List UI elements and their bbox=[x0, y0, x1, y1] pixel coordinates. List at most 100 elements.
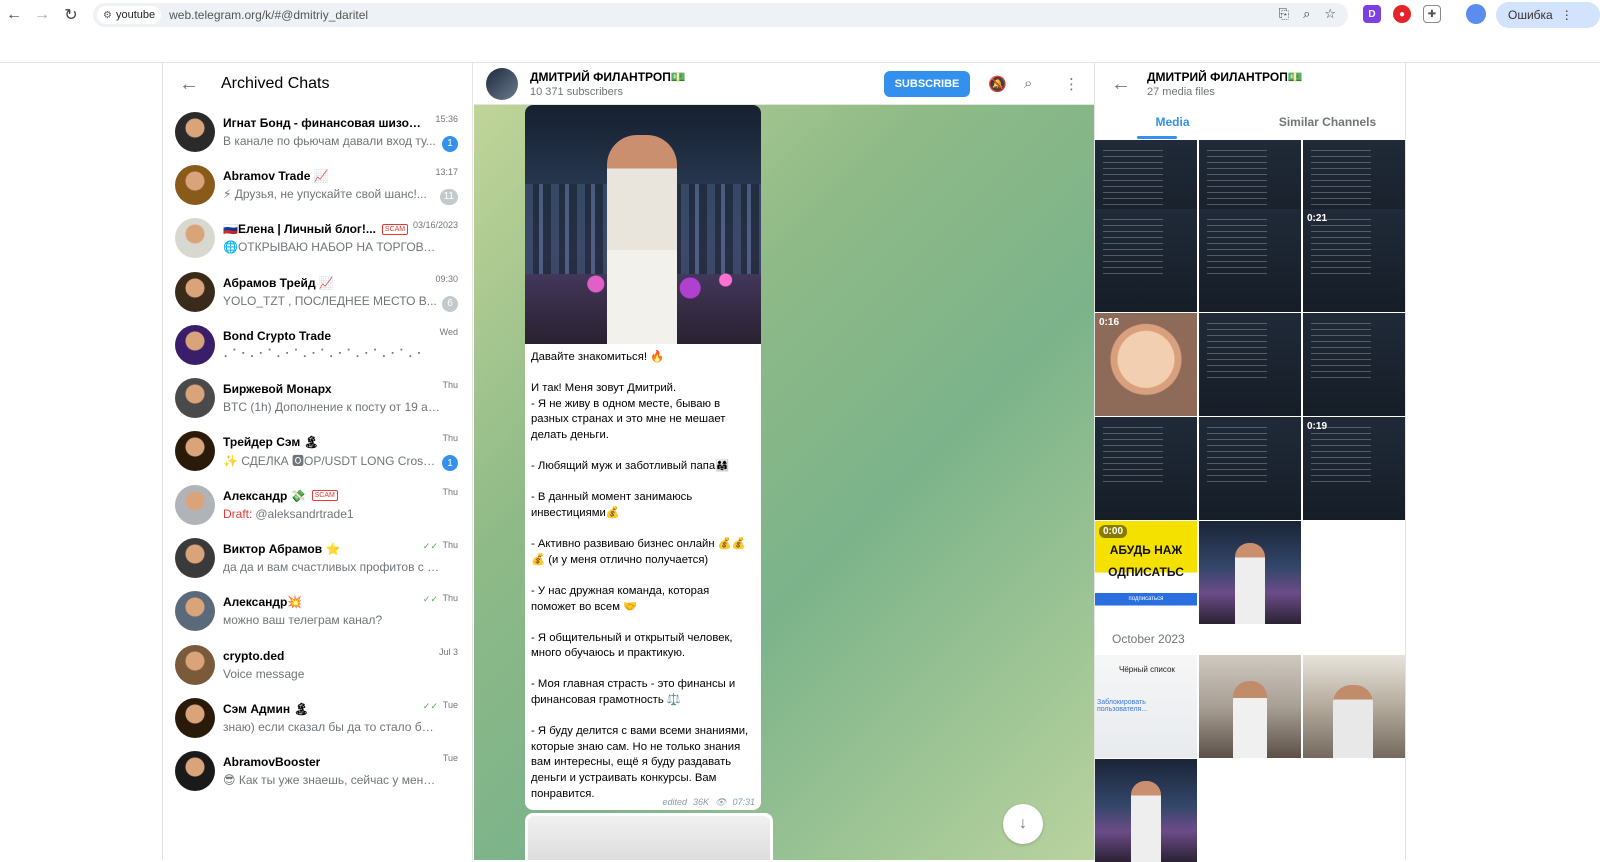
chat-item[interactable]: Bond Crypto Trade Wed ⠄⠁⠂⠄⠂⠁⠄⠂⠁⠄⠂⠁⠄⠂⠁⠄⠂⠁⠄⠂… bbox=[163, 318, 472, 371]
chat-item[interactable]: Биржевой Монарх Thu BTC (1h) Дополнение к … bbox=[163, 371, 472, 424]
channel-info[interactable]: ДМИТРИЙ ФИЛАНТРОП💵 10 371 subscribers bbox=[530, 70, 686, 98]
chat-time: 15:36 bbox=[435, 113, 458, 124]
channel-header[interactable]: ДМИТРИЙ ФИЛАНТРОП💵 10 371 subscribers SU… bbox=[474, 63, 1094, 105]
unread-badge: 6 bbox=[442, 295, 458, 312]
chat-item[interactable]: Александр💥 ✓✓ Thu можно ваш телеграм канал? bbox=[163, 585, 472, 638]
chat-item[interactable]: Игнат Бонд - финансовая шизофре... 15:36 В… bbox=[163, 105, 472, 158]
error-button[interactable]: Ошибка ⋮ bbox=[1496, 2, 1600, 28]
media-tile[interactable]: Чёрный список Заблокировать пользователя… bbox=[1095, 655, 1197, 758]
chat-time: Jul 3 bbox=[438, 646, 458, 657]
scam-badge: SCAM bbox=[311, 490, 338, 502]
scroll-down-icon[interactable]: ↓ bbox=[1003, 804, 1043, 844]
chat-preview: Voice message bbox=[223, 666, 305, 681]
back-icon[interactable]: ← bbox=[0, 1, 28, 29]
subscribe-button[interactable]: SUBSCRIBE bbox=[884, 71, 970, 97]
channel-avatar[interactable] bbox=[486, 67, 518, 100]
chat-time: 03/16/2023 bbox=[412, 220, 458, 231]
message-photo[interactable] bbox=[525, 105, 761, 344]
chat-item[interactable]: Абрамов Трейд 📈 09:30 YOLO_TZT , ПОСЛЕДНЕЕ… bbox=[163, 265, 472, 318]
next-message[interactable] bbox=[525, 813, 773, 860]
read-ticks-icon: ✓✓ bbox=[422, 541, 438, 552]
chat-item[interactable]: AbramovBooster Tue 😎 Как ты уже знаешь, се… bbox=[163, 745, 472, 798]
chat-item[interactable]: Сэм Админ 🏝 ✓✓ Tue знаю) если сказал бы да … bbox=[163, 691, 472, 744]
chat-body: Виктор Абрамов ⭐ ✓✓ Thu да да и вам счастли… bbox=[223, 540, 462, 576]
archived-chats-panel: ← Archived Chats Игнат Бонд - финансовая… bbox=[162, 63, 473, 860]
chat-row-title: Bond Crypto Trade bbox=[223, 327, 462, 345]
media-back-icon[interactable]: ← bbox=[1095, 73, 1147, 96]
chat-item[interactable]: Трейдер Сэм 🏝 Thu ✨ СДЕЛКА 🅾OP/USDT LONG C… bbox=[163, 425, 472, 478]
media-tile[interactable] bbox=[1303, 655, 1405, 758]
video-duration: 0:19 bbox=[1307, 421, 1328, 432]
tab-similar-channels[interactable]: Similar Channels bbox=[1250, 105, 1405, 139]
draft-label: Draft: bbox=[223, 506, 253, 521]
media-subtitle: 27 media files bbox=[1147, 86, 1215, 98]
zoom-icon[interactable]: ⌕ bbox=[1303, 6, 1310, 22]
chat-item[interactable]: Abramov Trade 📈 13:17 ⚡ Друзья, не упускай… bbox=[163, 158, 472, 211]
site-chip[interactable]: ⚙ youtube bbox=[97, 6, 162, 24]
media-tile[interactable] bbox=[1199, 521, 1301, 624]
chat-item[interactable]: crypto.ded Jul 3 Voice message bbox=[163, 638, 472, 691]
media-tile[interactable] bbox=[1199, 417, 1301, 520]
chat-item[interactable]: Александр 💸 SCAM Thu Draft: @aleksandrtrade1 bbox=[163, 478, 472, 531]
chat-preview: ⚡ Друзья, не упускайте свой шанс!... bbox=[223, 186, 427, 201]
chat-time: 09:30 bbox=[435, 273, 458, 284]
chat-name: Абрамов Трейд 📈 bbox=[223, 275, 334, 290]
media-tile[interactable] bbox=[1199, 655, 1301, 758]
chat-row-preview: Voice message bbox=[223, 665, 462, 683]
omnibox-icons: ⎘ ⌕ ☆ bbox=[1279, 6, 1336, 22]
media-tile[interactable] bbox=[1095, 759, 1197, 862]
chat-name: crypto.ded bbox=[223, 648, 285, 663]
chat-row-preview: 🌐ОТКРЫВАЮ НАБОР НА ТОРГОВУЮ СЕ... bbox=[223, 238, 462, 256]
chat-row-preview: YOLO_TZT , ПОСЛЕДНЕЕ МЕСТО В... bbox=[223, 292, 462, 310]
media-tabs: Media Similar Channels bbox=[1095, 105, 1405, 139]
chat-row-preview: ✨ СДЕЛКА 🅾OP/USDT LONG Cross ... bbox=[223, 451, 462, 469]
back-arrow-icon[interactable]: ← bbox=[163, 73, 215, 96]
chat-preview: ✨ СДЕЛКА 🅾OP/USDT LONG Cross ... bbox=[223, 453, 441, 468]
extension-red-icon[interactable]: ● bbox=[1393, 5, 1411, 23]
media-tile[interactable] bbox=[1199, 313, 1301, 416]
chat-body: AbramovBooster Tue 😎 Как ты уже знаешь, се… bbox=[223, 753, 462, 789]
media-tile[interactable] bbox=[1199, 209, 1301, 312]
chat-row-title: crypto.ded bbox=[223, 647, 462, 665]
extension-purple-icon[interactable]: D bbox=[1363, 5, 1381, 23]
profile-avatar[interactable] bbox=[1466, 4, 1486, 24]
media-tile[interactable]: 0:19 bbox=[1303, 417, 1405, 520]
chat-item[interactable]: 🇷🇺Елена | Личный блог!... SCAM 03/16/2023 🌐… bbox=[163, 212, 472, 265]
address-bar[interactable]: ⚙ youtube web.telegram.org/k/#@dmitriy_d… bbox=[93, 3, 1348, 27]
unread-badge: 11 bbox=[439, 188, 458, 205]
chat-preview: 😎 Как ты уже знаешь, сейчас у меня ... bbox=[223, 773, 441, 788]
extensions-area: D ● ✚ bbox=[1363, 5, 1441, 23]
chat-name: Биржевой Монарх bbox=[223, 382, 332, 397]
bookmark-star-icon[interactable]: ☆ bbox=[1324, 6, 1336, 22]
avatar bbox=[175, 324, 215, 365]
install-icon[interactable]: ⎘ bbox=[1279, 6, 1289, 22]
chat-body: 🇷🇺Елена | Личный блог!... SCAM 03/16/2023 🌐… bbox=[223, 220, 462, 256]
media-title: ДМИТРИЙ ФИЛАНТРОП💵 bbox=[1147, 70, 1303, 84]
chat-body: Александр 💸 SCAM Thu Draft: @aleksandrtrade1 bbox=[223, 487, 462, 523]
tab-media[interactable]: Media bbox=[1095, 105, 1250, 139]
chat-item[interactable]: Виктор Абрамов ⭐ ✓✓ Thu да да и вам счастли… bbox=[163, 531, 472, 584]
chat-time: Thu bbox=[442, 380, 458, 391]
channel-message[interactable]: Давайте знакомиться! 🔥 И так! Меня зовут… bbox=[525, 105, 761, 810]
media-tile[interactable]: 0:16 bbox=[1095, 313, 1197, 416]
next-message-photo[interactable] bbox=[528, 816, 770, 860]
more-icon[interactable]: ⋮ bbox=[1064, 75, 1079, 93]
url-text[interactable]: web.telegram.org/k/#@dmitriy_daritel bbox=[169, 8, 368, 22]
chat-row-title: Абрамов Трейд 📈 bbox=[223, 274, 462, 292]
media-tile[interactable]: 0:21 bbox=[1303, 209, 1405, 312]
reload-icon[interactable]: ↻ bbox=[57, 1, 85, 29]
search-icon[interactable]: ⌕ bbox=[1024, 75, 1032, 92]
media-tile[interactable]: 0:00 АБУДЬ НАЖ ОДПИСАТЬС подписаться bbox=[1095, 521, 1197, 624]
media-panel: ← ДМИТРИЙ ФИЛАНТРОП💵 27 media files Medi… bbox=[1094, 63, 1406, 862]
chat-name: 🇷🇺Елена | Личный блог!... bbox=[223, 222, 376, 237]
media-tile[interactable] bbox=[1303, 313, 1405, 416]
puzzle-icon[interactable]: ✚ bbox=[1423, 5, 1441, 23]
media-tile[interactable] bbox=[1095, 209, 1197, 312]
mute-bell-icon[interactable]: 🔕 bbox=[988, 75, 1007, 93]
chat-time: Thu bbox=[442, 486, 458, 497]
chat-time: Tue bbox=[442, 699, 458, 710]
media-tile[interactable] bbox=[1095, 417, 1197, 520]
avatar bbox=[175, 431, 215, 472]
promo-text: АБУДЬ НАЖ ОДПИСАТЬС bbox=[1095, 539, 1197, 583]
forward-icon[interactable]: → bbox=[28, 1, 56, 29]
